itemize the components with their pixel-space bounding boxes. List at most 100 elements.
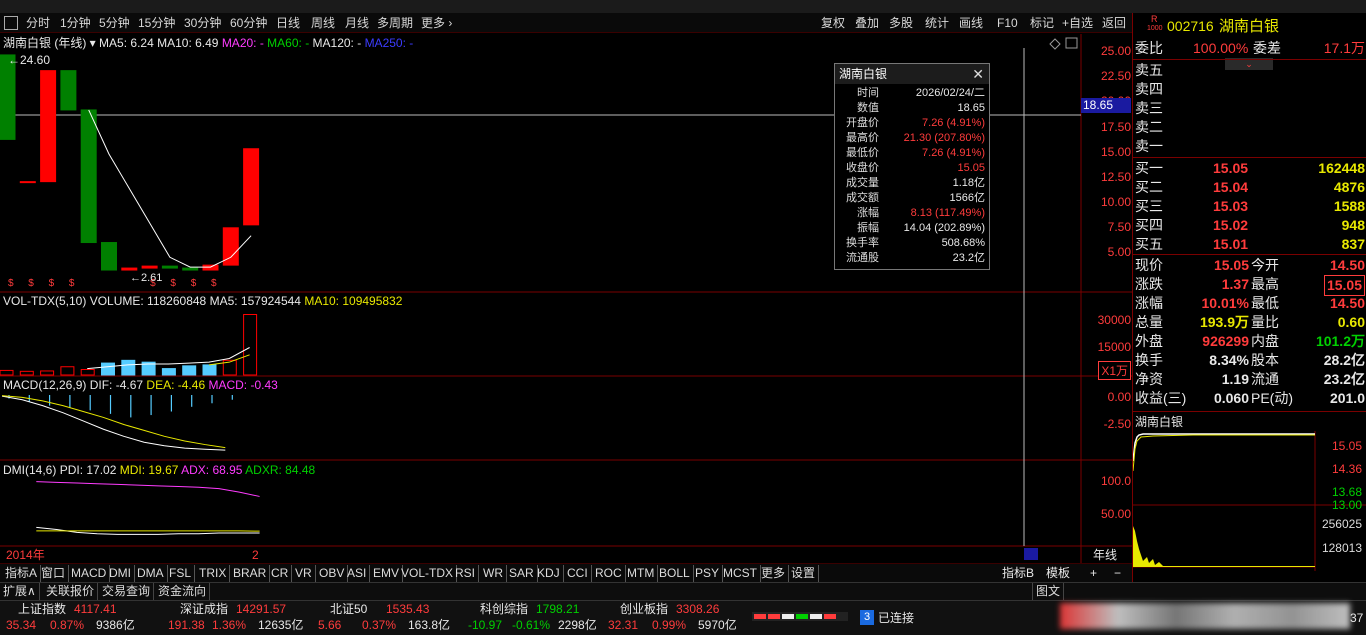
price-tick: 17.50 bbox=[1100, 120, 1131, 134]
candle[interactable] bbox=[182, 267, 199, 271]
indicator-tab[interactable]: MTM bbox=[624, 565, 659, 582]
indicator-tab[interactable]: MACD bbox=[68, 565, 111, 582]
period-day[interactable]: 日线 bbox=[276, 15, 300, 31]
period-fenshi[interactable]: 分时 bbox=[26, 15, 50, 31]
ask-row[interactable]: 卖一 bbox=[1133, 137, 1366, 156]
tool-back[interactable]: 返回 bbox=[1102, 15, 1126, 31]
bid-volume: 948 bbox=[1341, 217, 1365, 233]
volume-bar bbox=[161, 368, 176, 376]
tool-tongji[interactable]: 统计 bbox=[925, 15, 949, 31]
candle[interactable] bbox=[19, 181, 36, 184]
candle[interactable] bbox=[0, 54, 16, 140]
indicator-tab[interactable]: FSL bbox=[166, 565, 196, 582]
indicator-b-tab[interactable]: 指标B bbox=[1002, 566, 1034, 580]
volume-bar bbox=[121, 359, 136, 376]
indicator-tab[interactable]: DMI bbox=[106, 565, 135, 582]
period-week[interactable]: 周线 bbox=[311, 15, 335, 31]
indicator-tab[interactable]: WR bbox=[480, 565, 507, 582]
ask-row[interactable]: 卖三 bbox=[1133, 99, 1366, 118]
dropdown-icon[interactable]: ▾ bbox=[90, 36, 96, 50]
indicator-tab[interactable]: CR bbox=[268, 565, 293, 582]
candle[interactable] bbox=[141, 265, 158, 269]
indicator-tab[interactable]: PSY bbox=[692, 565, 724, 582]
period-more[interactable]: 更多 › bbox=[421, 15, 452, 31]
ext-expand-tab[interactable]: 扩展∧ bbox=[0, 583, 40, 600]
tool-add-watchlist[interactable]: +自选 bbox=[1062, 15, 1093, 31]
index-name[interactable]: 北证50 bbox=[330, 602, 367, 617]
zoom-out-button[interactable]: − bbox=[1114, 566, 1121, 580]
period-multi[interactable]: 多周期 bbox=[377, 15, 413, 31]
period-5min[interactable]: 5分钟 bbox=[99, 15, 130, 31]
period-15min[interactable]: 15分钟 bbox=[138, 15, 175, 31]
indicator-tab[interactable]: CCI bbox=[564, 565, 592, 582]
bid-row[interactable]: 买五 15.01 837 bbox=[1133, 235, 1366, 254]
ask-row[interactable]: 卖五 bbox=[1133, 61, 1366, 80]
tool-f10[interactable]: F10 bbox=[997, 15, 1018, 31]
quote-panel: R 1000 002716 湖南白银 委比 100.00% 委差 17.1万 ⌄… bbox=[1132, 13, 1366, 583]
indicator-tab[interactable]: VOL-TDX bbox=[398, 565, 458, 582]
indicator-tab[interactable]: DMA bbox=[134, 565, 168, 582]
ext-related-quote-tab[interactable]: 关联报价 bbox=[43, 583, 99, 600]
index-name[interactable]: 深证成指 bbox=[180, 602, 228, 617]
ext-graphic-tab[interactable]: 图文 bbox=[1032, 583, 1065, 600]
ext-fund-flow-tab[interactable]: 资金流向 bbox=[155, 583, 211, 600]
candle[interactable] bbox=[40, 70, 57, 183]
macd-value: MACD: -0.43 bbox=[208, 378, 278, 392]
panel-toggle-icon[interactable] bbox=[4, 16, 18, 30]
candle[interactable] bbox=[161, 265, 178, 269]
dmi-tick: 100.0 bbox=[1100, 474, 1131, 488]
indicator-tab[interactable]: 窗口 bbox=[38, 565, 70, 582]
mini-axis-tick: 13.00 bbox=[1331, 498, 1362, 512]
indicator-tab[interactable]: 设置 bbox=[788, 565, 820, 582]
indicator-tab[interactable]: BOLL bbox=[656, 565, 694, 582]
candle[interactable] bbox=[243, 148, 260, 226]
period-60min[interactable]: 60分钟 bbox=[230, 15, 267, 31]
indicator-tab[interactable]: TRIX bbox=[196, 565, 231, 582]
price-tick: 10.00 bbox=[1100, 195, 1131, 209]
period-30min[interactable]: 30分钟 bbox=[184, 15, 221, 31]
tool-diejia[interactable]: 叠加 bbox=[855, 15, 879, 31]
indicator-tab[interactable]: RSI bbox=[452, 565, 480, 582]
indicator-tab[interactable]: 指标A bbox=[2, 565, 42, 582]
template-tab[interactable]: 模板 bbox=[1046, 566, 1070, 580]
tooltip-row: 数值 18.65 bbox=[835, 101, 989, 116]
period-1min[interactable]: 1分钟 bbox=[60, 15, 91, 31]
tool-huaxian[interactable]: 画线 bbox=[959, 15, 983, 31]
indicator-tab[interactable]: MCST bbox=[720, 565, 761, 582]
x-axis-mark: 2 bbox=[252, 548, 259, 562]
index-status-bar: 上证指数 4117.41 35.34 0.87% 9386亿 深证成指 14291.57 19… bbox=[0, 600, 1366, 635]
price-tick: 12.50 bbox=[1100, 170, 1131, 184]
index-name[interactable]: 创业板指 bbox=[620, 602, 668, 617]
close-icon[interactable]: ✕ bbox=[972, 66, 984, 83]
indicator-tab[interactable]: KDJ bbox=[534, 565, 564, 582]
ext-trade-query-tab[interactable]: 交易查询 bbox=[99, 583, 155, 600]
indicator-tab[interactable]: ROC bbox=[592, 565, 626, 582]
bid-row[interactable]: 买三 15.03 1588 bbox=[1133, 197, 1366, 216]
candle[interactable] bbox=[101, 242, 117, 271]
tool-biaoji[interactable]: 标记 bbox=[1030, 15, 1054, 31]
candle[interactable] bbox=[80, 109, 97, 244]
stat-value: 0.060 bbox=[1213, 390, 1249, 406]
stat-value: 1.37 bbox=[1221, 276, 1249, 292]
indicator-tab[interactable]: 更多 bbox=[758, 565, 790, 582]
indicator-tab[interactable]: BRAR bbox=[230, 565, 271, 582]
ask-row[interactable]: 卖二 bbox=[1133, 118, 1366, 137]
candle[interactable] bbox=[121, 267, 138, 271]
quote-stat-row: 净资 1.19 流通 23.2亿 bbox=[1133, 370, 1366, 389]
bid-row[interactable]: 买四 15.02 948 bbox=[1133, 216, 1366, 235]
bid-row[interactable]: 买一 15.05 162448 bbox=[1133, 159, 1366, 178]
indicator-tab[interactable]: ASI bbox=[344, 565, 371, 582]
bid-row[interactable]: 买二 15.04 4876 bbox=[1133, 178, 1366, 197]
indicator-tab[interactable]: VR bbox=[292, 565, 316, 582]
zoom-in-button[interactable]: + bbox=[1090, 566, 1097, 580]
ask-row[interactable]: 卖四 bbox=[1133, 80, 1366, 99]
index-name[interactable]: 科创综指 bbox=[480, 602, 528, 617]
index-name[interactable]: 上证指数 bbox=[18, 602, 66, 617]
mini-axis-tick: 15.05 bbox=[1331, 439, 1362, 453]
period-month[interactable]: 月线 bbox=[345, 15, 369, 31]
tool-duogu[interactable]: 多股 bbox=[889, 15, 913, 31]
indicator-tab[interactable]: SAR bbox=[506, 565, 538, 582]
stat-value: 14.50 bbox=[1329, 257, 1365, 273]
tool-fuquan[interactable]: 复权 bbox=[821, 15, 845, 31]
candle[interactable] bbox=[60, 70, 77, 111]
